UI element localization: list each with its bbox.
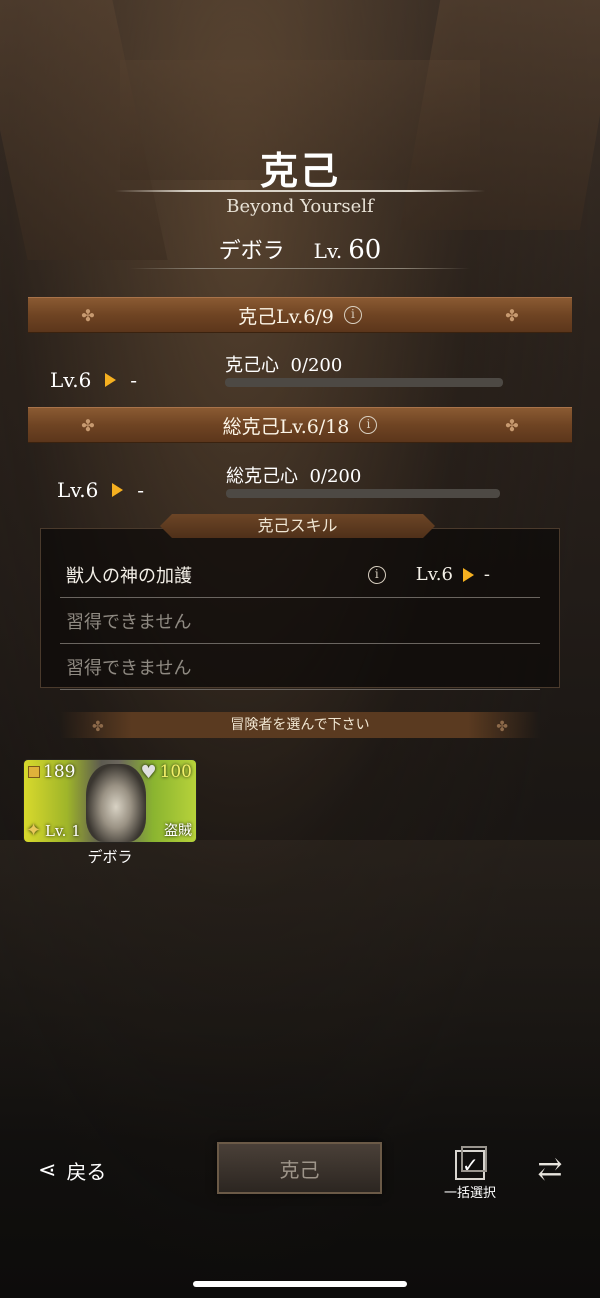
stat-value: 0/200 bbox=[290, 355, 343, 376]
bulk-select-label: 一括選択 bbox=[443, 1186, 496, 1201]
ornament-icon: ✤ bbox=[505, 416, 519, 435]
adventurer-portrait bbox=[86, 764, 146, 842]
next-level: - bbox=[130, 368, 138, 392]
hp-value: 100 bbox=[159, 762, 192, 782]
skill-name: 獣人の神の加護 bbox=[66, 565, 192, 587]
info-icon[interactable]: i bbox=[367, 565, 386, 584]
stat-label: 克己心 bbox=[225, 355, 279, 376]
character-name: デボラ bbox=[218, 239, 285, 264]
sword-icon bbox=[28, 766, 40, 778]
overcome-level-banner: ✤ 克己Lv.6/9 i ✤ bbox=[28, 297, 572, 333]
star-icon: ✦ bbox=[26, 820, 42, 841]
back-button[interactable]: ⋖ 戻る bbox=[38, 1156, 106, 1185]
overcome-level-text: 克己Lv.6/9 bbox=[238, 305, 334, 328]
overcome-progress-bar bbox=[225, 378, 503, 387]
background-floor bbox=[0, 840, 600, 1140]
ornament-icon: ✤ bbox=[81, 306, 95, 325]
back-label: 戻る bbox=[66, 1160, 107, 1184]
level-value: Lv. 1 bbox=[45, 822, 81, 840]
hp-stat: ♥ 100 bbox=[141, 762, 192, 782]
select-adventurer-banner: ✤ 冒険者を選んで下さい ✤ bbox=[60, 712, 540, 738]
home-indicator[interactable] bbox=[193, 1281, 407, 1287]
heart-icon: ♥ bbox=[140, 761, 157, 783]
total-overcome-level-banner: ✤ 総克己Lv.6/18 i ✤ bbox=[28, 407, 572, 443]
stat-label: 総克己心 bbox=[226, 466, 298, 487]
total-overcome-progress-bar bbox=[226, 489, 500, 498]
ornament-icon: ✤ bbox=[92, 719, 104, 735]
page-title: 克己 bbox=[259, 148, 340, 193]
overcome-level-change: Lv.6 - bbox=[50, 368, 137, 392]
character-divider bbox=[130, 268, 470, 269]
total-overcome-level-text: 総克己Lv.6/18 bbox=[222, 415, 350, 438]
next-level: - bbox=[137, 478, 145, 502]
info-icon[interactable]: i bbox=[359, 416, 378, 434]
attack-stat: 189 bbox=[28, 762, 75, 782]
adventurer-name: デボラ bbox=[87, 848, 133, 866]
skill-section-header: 克己スキル bbox=[160, 514, 435, 538]
next-level: - bbox=[483, 564, 490, 585]
current-level: Lv.6 bbox=[57, 478, 99, 502]
skill-row: 習得できません bbox=[60, 644, 540, 690]
ornament-icon: ✤ bbox=[505, 306, 519, 325]
swap-icon[interactable]: ⇄ bbox=[532, 1152, 568, 1188]
character-level-prefix: Lv. bbox=[313, 239, 343, 263]
current-level: Lv.6 bbox=[415, 564, 453, 585]
info-icon[interactable]: i bbox=[343, 306, 362, 324]
skill-row[interactable]: 獣人の神の加護 i Lv.6 - bbox=[60, 552, 540, 598]
ornament-icon: ✤ bbox=[496, 719, 508, 735]
arrow-right-icon bbox=[112, 483, 124, 497]
skill-name: 習得できません bbox=[66, 657, 192, 679]
character-info: デボラ Lv. 60 bbox=[0, 233, 600, 265]
current-level: Lv.6 bbox=[50, 368, 92, 392]
skill-name: 習得できません bbox=[66, 611, 192, 633]
adventurer-level: ✦ Lv. 1 bbox=[26, 820, 81, 841]
checkbox-stack-icon: ✓ bbox=[455, 1146, 487, 1180]
character-level: 60 bbox=[348, 235, 382, 265]
skill-row: 習得できません bbox=[60, 598, 540, 644]
adventurer-card[interactable]: 189 ♥ 100 ✦ Lv. 1 盗賊 bbox=[24, 760, 196, 842]
overcome-stat: 克己心 0/200 bbox=[225, 351, 342, 377]
select-adventurer-text: 冒険者を選んで下さい bbox=[230, 717, 370, 733]
adventurer-job: 盗賊 bbox=[164, 823, 192, 839]
total-overcome-level-change: Lv.6 - bbox=[57, 478, 144, 502]
overcome-button[interactable]: 克己 bbox=[217, 1142, 382, 1194]
stat-value: 0/200 bbox=[309, 466, 362, 487]
page-subtitle: Beyond Yourself bbox=[226, 196, 374, 217]
ornament-icon: ✤ bbox=[81, 416, 95, 435]
total-overcome-stat: 総克己心 0/200 bbox=[226, 462, 361, 488]
skill-level-change: i Lv.6 - bbox=[367, 564, 490, 585]
title-divider bbox=[115, 190, 485, 192]
bulk-select-button[interactable]: ✓ 一括選択 bbox=[440, 1146, 500, 1201]
arrow-right-icon bbox=[105, 373, 117, 387]
back-arrow-icon: ⋖ bbox=[38, 1158, 57, 1183]
attack-value: 189 bbox=[43, 762, 76, 782]
arrow-right-icon bbox=[462, 567, 474, 582]
